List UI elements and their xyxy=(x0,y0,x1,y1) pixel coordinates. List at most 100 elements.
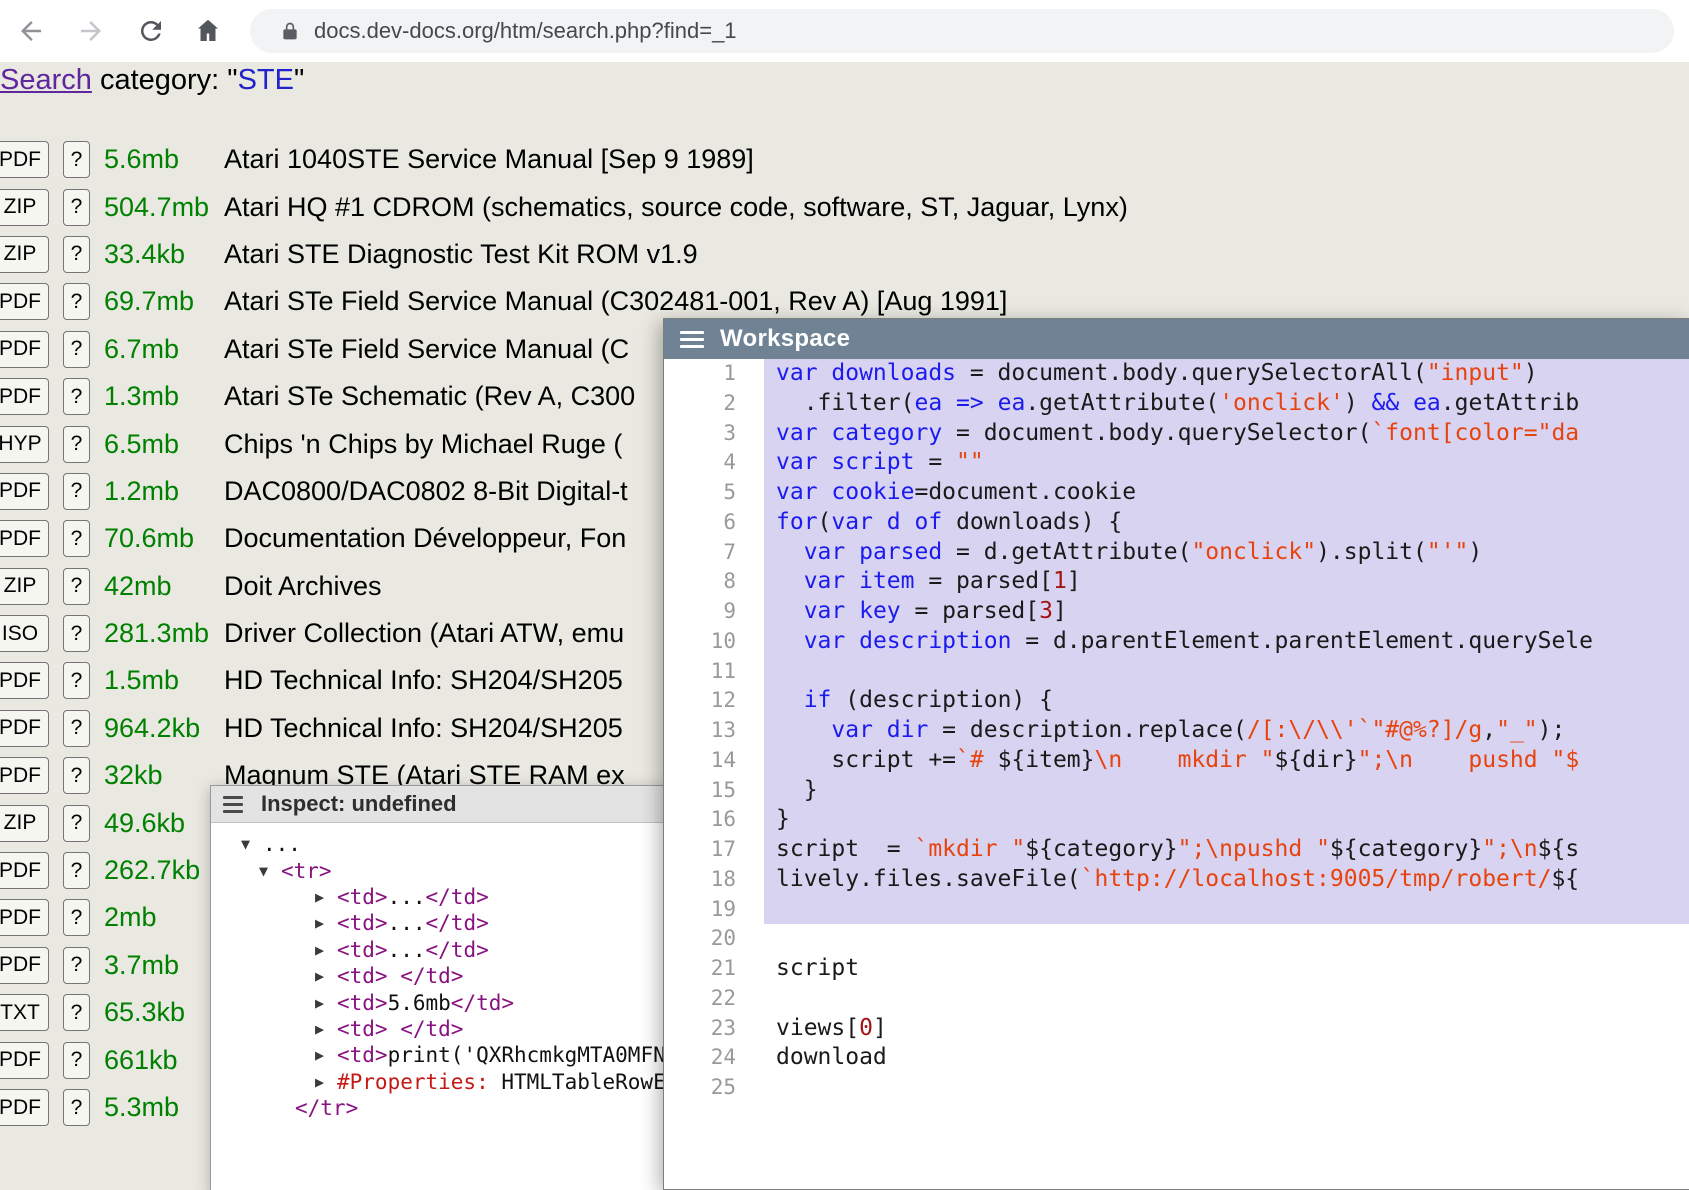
help-button[interactable]: ? xyxy=(63,426,90,463)
code-line: 22 xyxy=(664,984,1689,1014)
file-size: 49.6kb xyxy=(104,808,216,839)
forward-button[interactable] xyxy=(74,14,108,48)
help-button[interactable]: ? xyxy=(63,331,90,368)
back-button[interactable] xyxy=(14,14,48,48)
filetype-button[interactable]: PDF xyxy=(0,899,49,936)
file-row: ZIP?504.7mbAtari HQ #1 CDROM (schematics… xyxy=(0,183,1689,230)
expand-icon[interactable]: ▶ xyxy=(315,1073,337,1091)
workspace-title: Workspace xyxy=(720,325,850,353)
expand-icon[interactable]: ▶ xyxy=(315,888,337,906)
file-title: Atari STe Schematic (Rev A, C300 xyxy=(224,381,635,412)
filetype-button[interactable]: ISO xyxy=(0,615,49,652)
filetype-button[interactable]: PDF xyxy=(0,947,49,984)
line-number: 19 xyxy=(664,895,764,925)
help-button[interactable]: ? xyxy=(63,520,90,557)
expand-icon[interactable]: ▶ xyxy=(315,1046,337,1064)
refresh-icon xyxy=(136,16,166,46)
refresh-button[interactable] xyxy=(134,14,168,48)
code-line: 11 xyxy=(664,657,1689,687)
code-line: 5var cookie=document.cookie xyxy=(664,478,1689,508)
filetype-button[interactable]: PDF xyxy=(0,1089,49,1126)
line-number: 18 xyxy=(664,865,764,895)
code-line: 15 } xyxy=(664,776,1689,806)
line-number: 20 xyxy=(664,924,764,954)
filetype-button[interactable]: PDF xyxy=(0,378,49,415)
filetype-button[interactable]: HYP xyxy=(0,426,49,463)
expand-icon[interactable]: ▶ xyxy=(315,941,337,959)
search-link[interactable]: Search xyxy=(0,64,92,96)
help-button[interactable]: ? xyxy=(63,378,90,415)
file-size: 65.3kb xyxy=(104,997,216,1028)
home-button[interactable] xyxy=(191,14,225,48)
code-area[interactable]: 1var downloads = document.body.querySele… xyxy=(664,359,1689,1189)
help-button[interactable]: ? xyxy=(63,852,90,889)
help-button[interactable]: ? xyxy=(63,994,90,1031)
help-button[interactable]: ? xyxy=(63,1089,90,1126)
line-number: 5 xyxy=(664,478,764,508)
filetype-button[interactable]: PDF xyxy=(0,520,49,557)
expand-icon[interactable]: ▶ xyxy=(315,1020,337,1038)
expand-icon[interactable]: ▶ xyxy=(315,994,337,1012)
help-button[interactable]: ? xyxy=(63,899,90,936)
help-button[interactable]: ? xyxy=(63,1042,90,1079)
file-size: 5.3mb xyxy=(104,1092,216,1123)
filetype-button[interactable]: PDF xyxy=(0,710,49,747)
line-number: 17 xyxy=(664,835,764,865)
filetype-button[interactable]: PDF xyxy=(0,331,49,368)
filetype-button[interactable]: ZIP xyxy=(0,189,49,226)
help-button[interactable]: ? xyxy=(63,236,90,273)
help-button[interactable]: ? xyxy=(63,662,90,699)
code-line: 3var category = document.body.querySelec… xyxy=(664,419,1689,449)
inspector-title: Inspect: undefined xyxy=(261,791,457,817)
line-number: 22 xyxy=(664,984,764,1014)
collapse-icon[interactable]: ▼ xyxy=(241,835,263,853)
code-line: 10 var description = d.parentElement.par… xyxy=(664,627,1689,657)
help-button[interactable]: ? xyxy=(63,615,90,652)
help-button[interactable]: ? xyxy=(63,947,90,984)
line-number: 8 xyxy=(664,567,764,597)
code-line: 17script = `mkdir "${category}";\npushd … xyxy=(664,835,1689,865)
header-close-quote: " xyxy=(294,64,304,96)
code-line: 23views[0] xyxy=(664,1014,1689,1044)
hamburger-menu-icon[interactable] xyxy=(680,331,706,348)
filetype-button[interactable]: PDF xyxy=(0,283,49,320)
line-number: 13 xyxy=(664,716,764,746)
help-button[interactable]: ? xyxy=(63,141,90,178)
help-button[interactable]: ? xyxy=(63,805,90,842)
file-size: 5.6mb xyxy=(104,144,216,175)
code-line: 19 xyxy=(664,895,1689,925)
filetype-button[interactable]: PDF xyxy=(0,473,49,510)
filetype-button[interactable]: PDF xyxy=(0,662,49,699)
file-size: 964.2kb xyxy=(104,713,216,744)
expand-icon[interactable]: ▶ xyxy=(315,914,337,932)
hamburger-menu-icon[interactable] xyxy=(223,796,249,813)
file-size: 661kb xyxy=(104,1045,216,1076)
file-size: 281.3mb xyxy=(104,618,216,649)
file-size: 70.6mb xyxy=(104,523,216,554)
code-line: 24download xyxy=(664,1043,1689,1073)
filetype-button[interactable]: ZIP xyxy=(0,805,49,842)
file-title: Atari STe Field Service Manual (C302481-… xyxy=(224,286,1007,317)
filetype-button[interactable]: ZIP xyxy=(0,568,49,605)
filetype-button[interactable]: PDF xyxy=(0,1042,49,1079)
help-button[interactable]: ? xyxy=(63,189,90,226)
file-size: 32kb xyxy=(104,760,216,791)
filetype-button[interactable]: TXT xyxy=(0,994,49,1031)
workspace-titlebar[interactable]: Workspace xyxy=(664,319,1689,359)
help-button[interactable]: ? xyxy=(63,473,90,510)
help-button[interactable]: ? xyxy=(63,710,90,747)
address-bar[interactable]: docs.dev-docs.org/htm/search.php?find=_1 xyxy=(250,9,1674,53)
file-title: DAC0800/DAC0802 8-Bit Digital-t xyxy=(224,476,628,507)
expand-icon[interactable]: ▶ xyxy=(315,967,337,985)
help-button[interactable]: ? xyxy=(63,568,90,605)
header-text: category: " xyxy=(92,64,238,96)
file-size: 1.2mb xyxy=(104,476,216,507)
filetype-button[interactable]: ZIP xyxy=(0,236,49,273)
help-button[interactable]: ? xyxy=(63,757,90,794)
filetype-button[interactable]: PDF xyxy=(0,852,49,889)
collapse-icon[interactable]: ▼ xyxy=(259,862,281,880)
line-number: 1 xyxy=(664,359,764,389)
filetype-button[interactable]: PDF xyxy=(0,141,49,178)
filetype-button[interactable]: PDF xyxy=(0,757,49,794)
help-button[interactable]: ? xyxy=(63,283,90,320)
